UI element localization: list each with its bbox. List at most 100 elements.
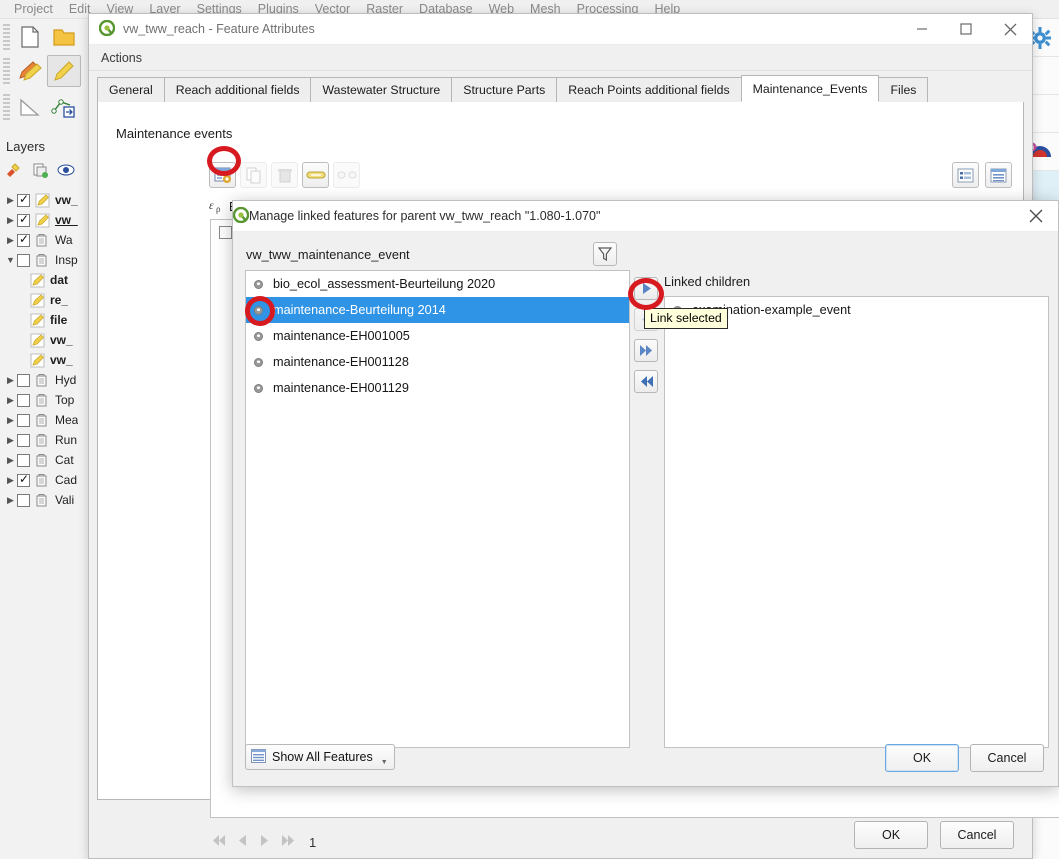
current-edits-button[interactable] (47, 55, 81, 87)
layer-tree-item[interactable]: ▶ vw_ (0, 210, 90, 230)
link-dialog-titlebar[interactable]: Manage linked features for parent vw_tww… (232, 201, 1058, 232)
layer-visibility-checkbox[interactable] (17, 472, 30, 487)
layer-visibility-checkbox[interactable] (17, 453, 30, 467)
new-project-button[interactable] (13, 21, 47, 53)
feature-cancel-button[interactable]: Cancel (940, 821, 1014, 849)
add-feature-button[interactable] (47, 91, 81, 123)
layer-visibility-checkbox[interactable] (17, 433, 30, 447)
layer-tree-item[interactable]: ▶ Vali (0, 490, 90, 510)
layer-visibility-checkbox[interactable] (17, 493, 30, 507)
source-feature-list[interactable]: bio_ecol_assessment-Beurteilung 2020 main… (245, 270, 630, 748)
chevron-right-icon[interactable]: ▶ (4, 435, 17, 446)
feature-ok-button[interactable]: OK (854, 821, 928, 849)
previous-page-icon[interactable] (237, 834, 248, 850)
chevron-right-icon[interactable]: ▶ (4, 375, 17, 386)
tab-label: Reach Points additional fields (568, 83, 730, 97)
link-dialog-cancel-button[interactable]: Cancel (970, 744, 1044, 772)
first-page-icon[interactable] (211, 834, 226, 850)
style-manager-icon[interactable] (5, 162, 23, 181)
list-item[interactable]: maintenance-Beurteilung 2014 (246, 297, 629, 323)
link-feature-button[interactable] (302, 162, 329, 188)
chevron-right-icon[interactable]: ▶ (4, 415, 17, 426)
toolbar-grip[interactable] (3, 94, 10, 120)
tab-structure-parts[interactable]: Structure Parts (451, 77, 558, 102)
layer-tree-item[interactable]: dat (0, 270, 90, 290)
list-item[interactable]: bio_ecol_assessment-Beurteilung 2020 (246, 271, 629, 297)
toolbar-grip[interactable] (3, 24, 10, 50)
close-icon[interactable] (1014, 201, 1058, 231)
chevron-right-icon[interactable]: ▶ (4, 215, 17, 226)
layer-tree-item[interactable]: ▼ Insp (0, 250, 90, 270)
layer-visibility-checkbox[interactable] (17, 192, 30, 207)
layer-tree-item[interactable]: ▶ Hyd (0, 370, 90, 390)
layer-tree-item[interactable]: re_ (0, 290, 90, 310)
toggle-editing-all-button[interactable] (13, 55, 47, 87)
layer-name: Wa (55, 233, 73, 247)
chevron-down-icon[interactable]: ▼ (4, 255, 17, 265)
list-item[interactable]: maintenance-EH001129 (246, 375, 629, 401)
list-item[interactable]: maintenance-EH001005 (246, 323, 629, 349)
toggle-editing-button[interactable] (209, 162, 236, 188)
layer-visibility-checkbox[interactable] (17, 373, 30, 387)
form-view-toggle[interactable] (952, 162, 979, 188)
feature-attributes-titlebar[interactable]: vw_tww_reach - Feature Attributes (89, 14, 1032, 45)
close-icon[interactable] (988, 14, 1032, 44)
layer-name: Hyd (55, 373, 77, 387)
layer-visibility-checkbox[interactable] (17, 393, 30, 407)
toolbar-grip[interactable] (3, 58, 10, 84)
link-dialog-ok-button[interactable]: OK (885, 744, 959, 772)
layer-visibility-checkbox[interactable] (17, 232, 30, 247)
chevron-right-icon[interactable]: ▶ (4, 495, 17, 506)
row-select-checkbox[interactable] (219, 225, 232, 239)
table-view-toggle[interactable] (985, 162, 1012, 188)
linked-children-list[interactable]: examination-example_event (664, 296, 1049, 748)
tab-maintenance-events[interactable]: Maintenance_Events (740, 75, 880, 102)
next-page-icon[interactable] (259, 834, 270, 850)
open-project-button[interactable] (47, 21, 81, 53)
layer-tree-item[interactable]: vw_ (0, 330, 90, 350)
chevron-down-icon[interactable]: ▼ (381, 759, 388, 769)
layer-tree-item[interactable]: ▶ vw_ (0, 190, 90, 210)
show-all-features-button[interactable]: Show All Features ▼ (245, 744, 395, 770)
layer-tree-item[interactable]: vw_ (0, 350, 90, 370)
tab-reach-additional-fields[interactable]: Reach additional fields (163, 77, 312, 102)
layer-tree-item[interactable]: ▶ Run (0, 430, 90, 450)
chevron-right-icon[interactable]: ▶ (4, 235, 17, 246)
list-item[interactable]: maintenance-EH001128 (246, 349, 629, 375)
layer-tree-item[interactable]: ▶ Wa (0, 230, 90, 250)
layer-tree-item[interactable]: ▶ Cad (0, 470, 90, 490)
maximize-icon[interactable] (944, 14, 988, 44)
tab-reach-points-additional-fields[interactable]: Reach Points additional fields (556, 77, 742, 102)
link-selected-button[interactable] (634, 277, 658, 300)
link-all-button[interactable] (634, 339, 658, 362)
tab-files[interactable]: Files (878, 77, 929, 102)
tab-wastewater-structure[interactable]: Wastewater Structure (310, 77, 453, 102)
chevron-right-icon[interactable]: ▶ (4, 475, 17, 486)
filter-funnel-icon[interactable] (593, 242, 617, 266)
relation-editor-toolbar (209, 162, 360, 188)
menu-project[interactable]: Project (6, 0, 61, 18)
filter-button[interactable] (593, 242, 617, 266)
layer-tree-item[interactable]: file (0, 310, 90, 330)
tab-general[interactable]: General (97, 77, 165, 102)
layer-name: Cad (55, 473, 78, 487)
unlink-all-button[interactable] (634, 370, 658, 393)
chevron-right-icon[interactable]: ▶ (4, 455, 17, 466)
layer-tree-item[interactable]: ▶ Mea (0, 410, 90, 430)
last-page-icon[interactable] (281, 834, 296, 850)
add-group-icon[interactable] (32, 162, 48, 181)
measure-tool-button[interactable] (13, 91, 47, 123)
layer-name: vw_ (50, 333, 73, 347)
layer-tree-item[interactable]: ▶ Top (0, 390, 90, 410)
layer-tree[interactable]: ▶ vw_ ▶ vw_ ▶ Wa ▼ Insp dat re_file vw_ vw_ ▶ Hyd ▶ Top… (0, 190, 90, 510)
edit-pencil-icon (35, 213, 51, 228)
actions-menu-item[interactable]: Actions (101, 51, 142, 65)
chevron-right-icon[interactable]: ▶ (4, 195, 17, 206)
layer-tree-item[interactable]: ▶ Cat (0, 450, 90, 470)
filter-legend-icon[interactable] (57, 163, 75, 180)
chevron-right-icon[interactable]: ▶ (4, 395, 17, 406)
minimize-icon[interactable] (900, 14, 944, 44)
layer-visibility-checkbox[interactable] (17, 253, 30, 267)
layer-visibility-checkbox[interactable] (17, 212, 30, 227)
layer-visibility-checkbox[interactable] (17, 413, 30, 427)
